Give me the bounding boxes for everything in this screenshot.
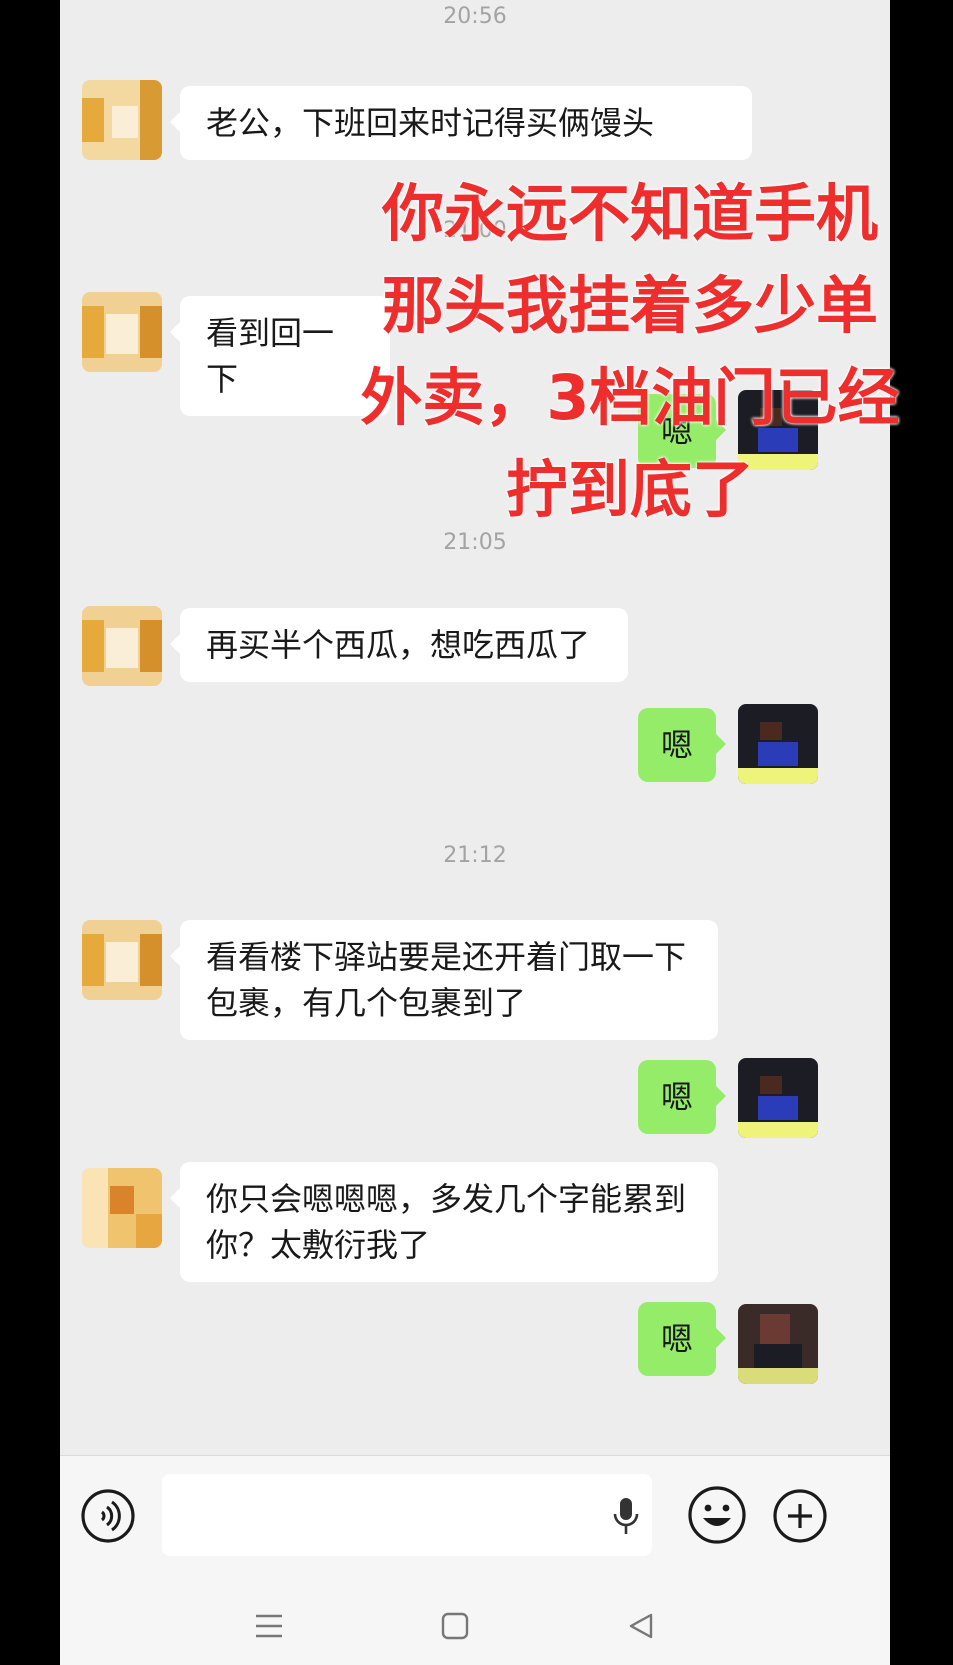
timestamp: 21:12 <box>443 843 507 868</box>
input-bar <box>60 1455 890 1576</box>
avatar-contact[interactable] <box>82 1168 162 1248</box>
avatar-contact[interactable] <box>82 292 162 372</box>
message-sent[interactable]: 嗯 <box>638 708 726 782</box>
avatar-contact[interactable] <box>82 920 162 1000</box>
back-icon[interactable] <box>626 1611 656 1645</box>
system-nav-bar <box>60 1575 890 1665</box>
overlay-caption: 你永远不知道手机 那头我挂着多少单 外卖，3档油门已经 拧到底了 <box>360 177 900 526</box>
avatar-contact[interactable] <box>82 606 162 686</box>
message-received[interactable]: 再买半个西瓜，想吃西瓜了 <box>170 608 628 682</box>
message-received[interactable]: 老公，下班回来时记得买俩馒头 <box>170 86 752 160</box>
microphone-icon[interactable] <box>612 1496 640 1540</box>
menu-icon[interactable] <box>254 1613 284 1643</box>
message-input[interactable] <box>162 1474 652 1556</box>
home-icon[interactable] <box>440 1611 470 1645</box>
avatar-self[interactable] <box>738 1304 818 1384</box>
avatar-self[interactable] <box>738 704 818 784</box>
message-sent[interactable]: 嗯 <box>638 1302 726 1376</box>
avatar-self[interactable] <box>738 1058 818 1138</box>
message-sent[interactable]: 嗯 <box>638 1060 726 1134</box>
emoji-icon[interactable] <box>686 1484 748 1550</box>
timestamp: 20:56 <box>443 4 507 29</box>
plus-icon[interactable] <box>772 1488 828 1548</box>
voice-icon[interactable] <box>80 1488 136 1548</box>
avatar-contact[interactable] <box>82 80 162 160</box>
message-received[interactable]: 看看楼下驿站要是还开着门取一下包裹，有几个包裹到了 <box>170 920 718 1040</box>
message-received[interactable]: 你只会嗯嗯嗯，多发几个字能累到你？太敷衍我了 <box>170 1162 718 1282</box>
